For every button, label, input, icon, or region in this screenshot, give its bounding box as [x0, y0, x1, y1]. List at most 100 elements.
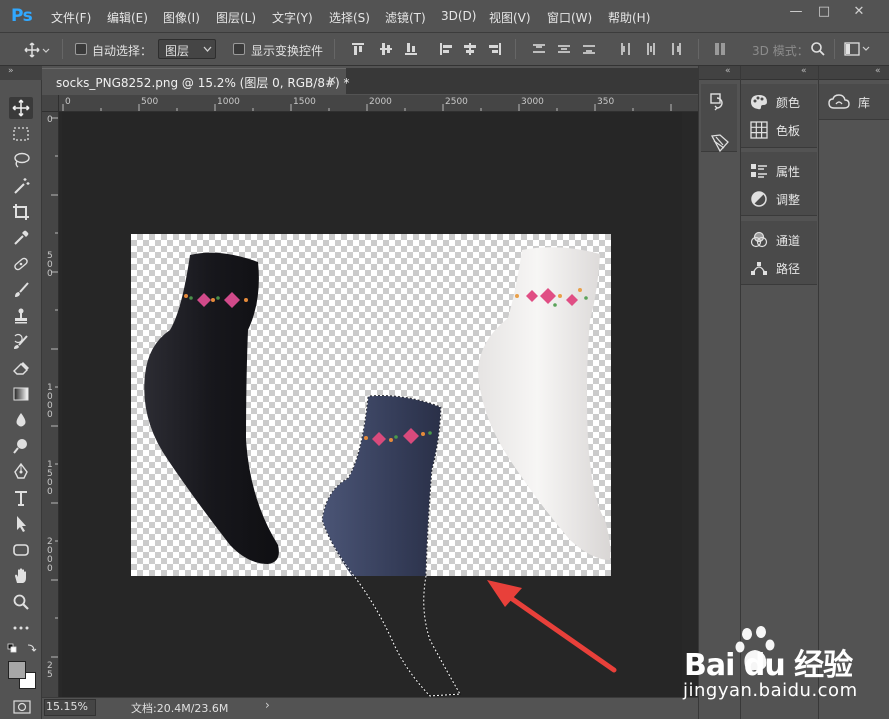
history-brush-tool-icon[interactable]	[9, 331, 33, 353]
menu-layer[interactable]: 图层(L)	[216, 9, 256, 26]
zoom-tool-icon[interactable]	[9, 591, 33, 613]
panel-paths[interactable]: 路径	[750, 256, 800, 280]
dock-header[interactable]: «	[699, 66, 740, 80]
menu-type[interactable]: 文字(Y)	[272, 9, 313, 26]
document-size-info: 文档:20.4M/23.6M	[131, 702, 229, 715]
layer-dropdown-value: 图层	[165, 44, 190, 58]
distribute-top-icon[interactable]	[532, 42, 546, 56]
align-hcenter-icon[interactable]	[463, 42, 477, 56]
move-tool-icon[interactable]	[9, 97, 33, 119]
collapse-icon[interactable]: «	[875, 66, 881, 76]
path-selection-tool-icon[interactable]	[9, 513, 33, 535]
menu-filter[interactable]: 滤镜(T)	[385, 9, 426, 26]
dodge-tool-icon[interactable]	[9, 435, 33, 457]
show-transform-checkbox[interactable]	[233, 43, 245, 55]
foreground-color-swatch[interactable]	[8, 661, 26, 679]
distribute-vcenter-icon[interactable]	[557, 42, 571, 56]
panel-properties[interactable]: 属性	[750, 159, 800, 183]
color-swatches[interactable]	[8, 661, 37, 690]
collapse-icon[interactable]: »	[8, 66, 14, 76]
close-window-button[interactable]: ✕	[847, 4, 871, 20]
panel-color[interactable]: 颜色	[750, 90, 800, 114]
ruler-origin[interactable]	[42, 95, 59, 112]
default-colors-icon[interactable]	[7, 643, 37, 655]
collapse-icon[interactable]: «	[801, 66, 807, 76]
align-right-icon[interactable]	[488, 42, 502, 56]
baidu-watermark-logo: Bai du 经验	[682, 622, 882, 683]
panel-libraries[interactable]: 库	[828, 90, 870, 114]
clone-stamp-tool-icon[interactable]	[9, 305, 33, 327]
more-tools-icon[interactable]	[9, 617, 33, 639]
menu-help[interactable]: 帮助(H)	[608, 9, 650, 26]
healing-brush-tool-icon[interactable]	[9, 253, 33, 275]
panel-channels-label: 通道	[776, 233, 801, 248]
layer-dropdown[interactable]: 图层	[158, 39, 216, 59]
brush-tool-icon[interactable]	[9, 279, 33, 301]
eyedropper-tool-icon[interactable]	[9, 227, 33, 249]
auto-select-checkbox[interactable]	[75, 43, 87, 55]
separator	[515, 39, 516, 59]
panel-libraries-label: 库	[858, 95, 871, 110]
chevron-down-icon	[203, 46, 212, 52]
panel-channels[interactable]: 通道	[750, 228, 800, 252]
type-tool-icon[interactable]	[9, 487, 33, 509]
panel-properties-label: 属性	[776, 164, 801, 179]
ruler-tick-label: 500	[141, 97, 159, 107]
status-menu-arrow[interactable]: ›	[265, 698, 270, 712]
dock-header[interactable]: «	[741, 66, 818, 80]
ruler-tick-label: 1000	[217, 97, 240, 107]
align-bottom-icon[interactable]	[404, 42, 418, 56]
auto-align-icon[interactable]	[713, 42, 727, 56]
ruler-tick-label: 3000	[521, 97, 544, 107]
ruler-vertical[interactable]: 0 5 0 0 1 0 0 0 1 5 0 0 2 0 0 0 2 5	[42, 112, 59, 697]
menu-file[interactable]: 文件(F)	[51, 9, 91, 26]
minimize-button[interactable]: —	[784, 4, 808, 20]
move-tool-preset-icon[interactable]	[24, 42, 50, 61]
document-tab-title[interactable]: socks_PNG8252.png @ 15.2% (图层 0, RGB/8#)…	[56, 74, 350, 91]
menu-view[interactable]: 视图(V)	[489, 9, 531, 26]
history-panel-icon[interactable]	[710, 93, 728, 111]
watermark-url: jingyan.baidu.com	[683, 680, 858, 701]
hand-tool-icon[interactable]	[9, 565, 33, 587]
menu-edit[interactable]: 编辑(E)	[107, 9, 148, 26]
options-bar: 自动选择： 图层 显示变换控件 3D 模式：	[0, 33, 889, 66]
menu-select[interactable]: 选择(S)	[329, 9, 370, 26]
ruler-horizontal[interactable]: 0 500 1000 1500 2000 2500 3000 350	[42, 95, 698, 112]
cc-library-icon	[828, 94, 850, 109]
distribute-bottom-icon[interactable]	[582, 42, 596, 56]
lasso-tool-icon[interactable]	[9, 149, 33, 171]
distribute-right-icon[interactable]	[669, 42, 683, 56]
distribute-hcenter-icon[interactable]	[644, 42, 658, 56]
annotation-arrow	[487, 580, 617, 673]
panel-adjustments[interactable]: 调整	[750, 187, 800, 211]
gradient-tool-icon[interactable]	[9, 383, 33, 405]
white-sock-image	[478, 247, 611, 560]
quick-mask-icon[interactable]	[13, 700, 31, 714]
align-top-icon[interactable]	[351, 42, 365, 56]
toolbox-header[interactable]: »	[0, 66, 42, 80]
blur-tool-icon[interactable]	[9, 409, 33, 431]
marquee-tool-icon[interactable]	[9, 123, 33, 145]
pen-tool-icon[interactable]	[9, 461, 33, 483]
crop-tool-icon[interactable]	[9, 201, 33, 223]
align-vcenter-icon[interactable]	[379, 42, 393, 56]
panel-swatches[interactable]: 色板	[750, 118, 800, 142]
search-icon[interactable]	[810, 41, 826, 57]
menu-3d[interactable]: 3D(D)	[441, 9, 476, 23]
menu-image[interactable]: 图像(I)	[163, 9, 200, 26]
zoom-level[interactable]: 15.15%	[46, 700, 88, 713]
magic-wand-tool-icon[interactable]	[9, 175, 33, 197]
properties-3d-panel-icon[interactable]	[710, 133, 730, 153]
ruler-tick-label: 1 0 0 0	[47, 383, 53, 420]
palette-icon	[751, 95, 767, 110]
dock-header[interactable]: «	[819, 66, 889, 80]
close-tab-button[interactable]: ×	[327, 73, 337, 87]
restore-button[interactable]: □	[812, 4, 836, 20]
workspace-switcher-icon[interactable]	[844, 42, 874, 56]
shape-tool-icon[interactable]	[9, 539, 33, 561]
menu-window[interactable]: 窗口(W)	[547, 9, 592, 26]
collapse-icon[interactable]: «	[725, 66, 731, 76]
distribute-left-icon[interactable]	[619, 42, 633, 56]
align-left-icon[interactable]	[439, 42, 453, 56]
eraser-tool-icon[interactable]	[9, 357, 33, 379]
